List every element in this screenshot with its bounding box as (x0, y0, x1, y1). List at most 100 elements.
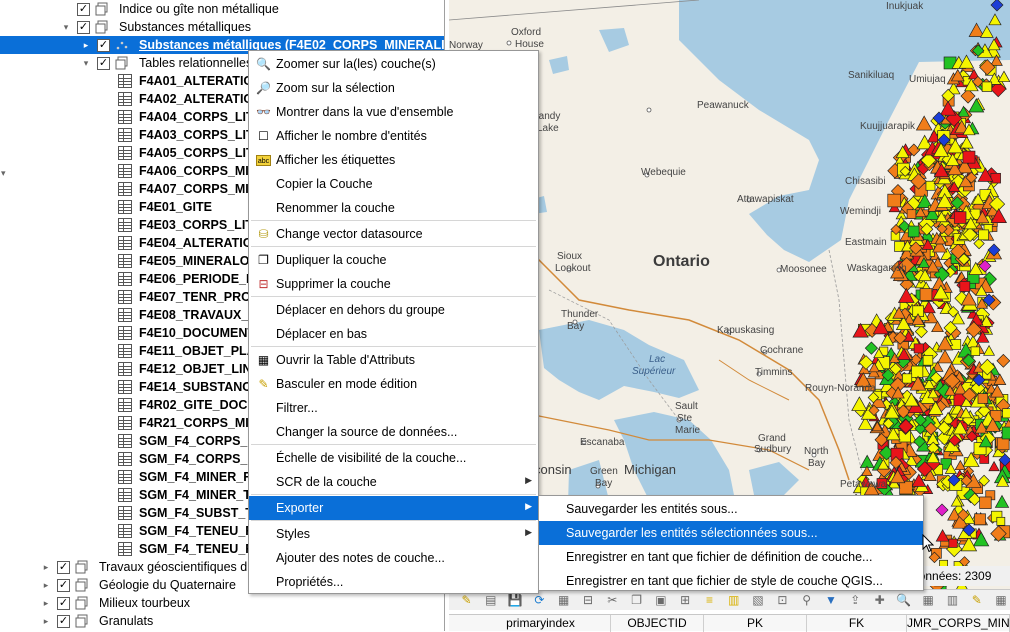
menu-item-label: Basculer en mode édition (276, 377, 418, 391)
submenu-item[interactable]: Sauvegarder les entités sélectionnées so… (539, 521, 923, 545)
menu-item[interactable]: Ajouter des notes de couche... (249, 546, 538, 570)
expand-right-icon[interactable]: ▸ (41, 615, 51, 627)
map-place-label: Grand (758, 433, 786, 444)
menu-item[interactable]: Déplacer en dehors du groupe (249, 298, 538, 322)
expand-right-icon[interactable]: ▸ (41, 561, 51, 573)
table-icon (118, 416, 132, 430)
table-icon (118, 524, 132, 538)
tree-group-item[interactable]: ✓ Indice ou gîte non métallique (0, 0, 444, 18)
layer-visibility-checkbox[interactable]: ✓ (77, 3, 90, 16)
square-marker (977, 393, 989, 404)
map-place-label: Thunder (561, 309, 599, 320)
toolbar-button-icon[interactable]: ✚ (872, 593, 887, 608)
menu-item[interactable]: Filtrer... (249, 396, 538, 420)
column-header[interactable]: FK (807, 615, 907, 632)
label-icon: abc (256, 155, 271, 166)
menu-item[interactable]: Déplacer en bas (249, 322, 538, 346)
layer-visibility-checkbox[interactable]: ✓ (77, 21, 90, 34)
submenu-item[interactable]: Enregistrer en tant que fichier de style… (539, 569, 923, 593)
layer-visibility-checkbox[interactable]: ✓ (57, 597, 70, 610)
menu-item[interactable]: abc Afficher les étiquettes (249, 148, 538, 172)
expand-down-icon[interactable]: ▾ (81, 57, 91, 69)
column-header[interactable]: JMR_CORPS_MIN (907, 615, 1010, 632)
menu-item[interactable]: 🔍 Zoomer sur la(les) couche(s) (249, 52, 538, 76)
submenu-item[interactable]: Enregistrer en tant que fichier de défin… (539, 545, 923, 569)
toolbar-button-icon[interactable]: ❐ (629, 593, 644, 608)
toolbar-button-icon[interactable]: ⊞ (678, 593, 693, 608)
square-marker (979, 496, 992, 509)
tree-group-item[interactable]: ▸ ✓ Milieux tourbeux (0, 594, 444, 612)
menu-item[interactable]: Styles ▶ (249, 522, 538, 546)
toolbar-button-icon[interactable]: ⊟ (581, 593, 596, 608)
menu-item[interactable]: Échelle de visibilité de la couche... (249, 446, 538, 470)
expand-right-icon[interactable]: ▸ (81, 39, 91, 51)
layer-visibility-checkbox[interactable]: ✓ (97, 57, 110, 70)
toolbar-button-icon[interactable]: ▥ (945, 593, 960, 608)
menu-item[interactable]: Renommer la couche (249, 196, 538, 220)
square-marker (1001, 426, 1010, 440)
table-icon (118, 290, 132, 304)
menu-item[interactable]: Copier la Couche (249, 172, 538, 196)
layer-visibility-checkbox[interactable]: ✓ (57, 615, 70, 628)
triangle-marker (959, 135, 974, 149)
expand-right-icon[interactable]: ▸ (41, 579, 51, 591)
triangle-marker (994, 494, 1010, 508)
toolbar-button-icon[interactable]: 🔍 (896, 593, 911, 608)
layer-visibility-checkbox[interactable]: ✓ (57, 579, 70, 592)
toolbar-button-icon[interactable]: ▥ (726, 593, 741, 608)
group-icon (95, 20, 109, 34)
toolbar-button-icon[interactable]: ▤ (483, 593, 498, 608)
menu-separator (251, 246, 536, 247)
table-icon (118, 92, 132, 106)
submenu-item-label: Sauvegarder les entités sous... (566, 502, 738, 516)
toolbar-button-icon[interactable]: ✂ (605, 593, 620, 608)
group-icon (95, 2, 109, 16)
menu-item[interactable]: SCR de la couche ▶ (249, 470, 538, 494)
column-header[interactable]: OBJECTID (611, 615, 704, 632)
toolbar-button-icon[interactable]: ▼ (824, 593, 839, 608)
city-dot (506, 40, 512, 46)
tree-group-item[interactable]: ▸ ✓ Granulats (0, 612, 444, 630)
table-icon (118, 326, 132, 340)
toolbar-button-icon[interactable]: ▣ (653, 593, 668, 608)
menu-item[interactable]: Exporter ▶ (249, 496, 538, 520)
tree-group-item[interactable]: ▾ ✓ Substances métalliques (0, 18, 444, 36)
menu-item[interactable]: Changer la source de données... (249, 420, 538, 444)
column-header[interactable]: PK (704, 615, 807, 632)
tree-item-label: F4E04_ALTERATION (139, 236, 262, 250)
mouse-cursor-icon (922, 534, 934, 553)
toolbar-button-icon[interactable]: 💾 (508, 593, 523, 608)
menu-item-label: Zoomer sur la(les) couche(s) (276, 57, 436, 71)
overview-icon: 👓 (256, 105, 271, 119)
layer-visibility-checkbox[interactable]: ✓ (57, 561, 70, 574)
menu-item[interactable]: ❐ Dupliquer la couche (249, 248, 538, 272)
toolbar-button-icon[interactable]: ⊡ (775, 593, 790, 608)
menu-item[interactable]: ⊟ Supprimer la couche (249, 272, 538, 296)
expand-right-icon[interactable]: ▸ (41, 597, 51, 609)
table-icon (118, 542, 132, 556)
triangle-marker (859, 454, 875, 468)
toolbar-button-icon[interactable]: ⚲ (799, 593, 814, 608)
toolbar-button-icon[interactable]: ▧ (751, 593, 766, 608)
layer-visibility-checkbox[interactable]: ✓ (97, 39, 110, 52)
expand-down-icon[interactable]: ▾ (61, 21, 71, 33)
toolbar-button-icon[interactable]: ✎ (459, 593, 474, 608)
menu-item[interactable]: Propriétés... (249, 570, 538, 594)
toolbar-button-icon[interactable]: ✎ (969, 593, 984, 608)
menu-item[interactable]: 🔎 Zoom sur la sélection (249, 76, 538, 100)
menu-item[interactable]: ☐ Afficher le nombre d'entités (249, 124, 538, 148)
toolbar-button-icon[interactable]: ⟳ (532, 593, 547, 608)
submenu-item[interactable]: Sauvegarder les entités sous... (539, 497, 923, 521)
menu-item[interactable]: ⛁ Change vector datasource (249, 222, 538, 246)
toolbar-button-icon[interactable]: ▦ (994, 593, 1009, 608)
menu-item[interactable]: 👓 Montrer dans la vue d'ensemble (249, 100, 538, 124)
toolbar-button-icon[interactable]: ≡ (702, 593, 717, 608)
table-icon (118, 218, 132, 232)
column-header[interactable]: primaryindex (471, 615, 611, 632)
toolbar-button-icon[interactable]: ▦ (556, 593, 571, 608)
menu-item[interactable]: ▦ Ouvrir la Table d'Attributs (249, 348, 538, 372)
table-icon (118, 74, 132, 88)
menu-item[interactable]: ✎ Basculer en mode édition (249, 372, 538, 396)
toolbar-button-icon[interactable]: ▦ (921, 593, 936, 608)
toolbar-button-icon[interactable]: ⇪ (848, 593, 863, 608)
